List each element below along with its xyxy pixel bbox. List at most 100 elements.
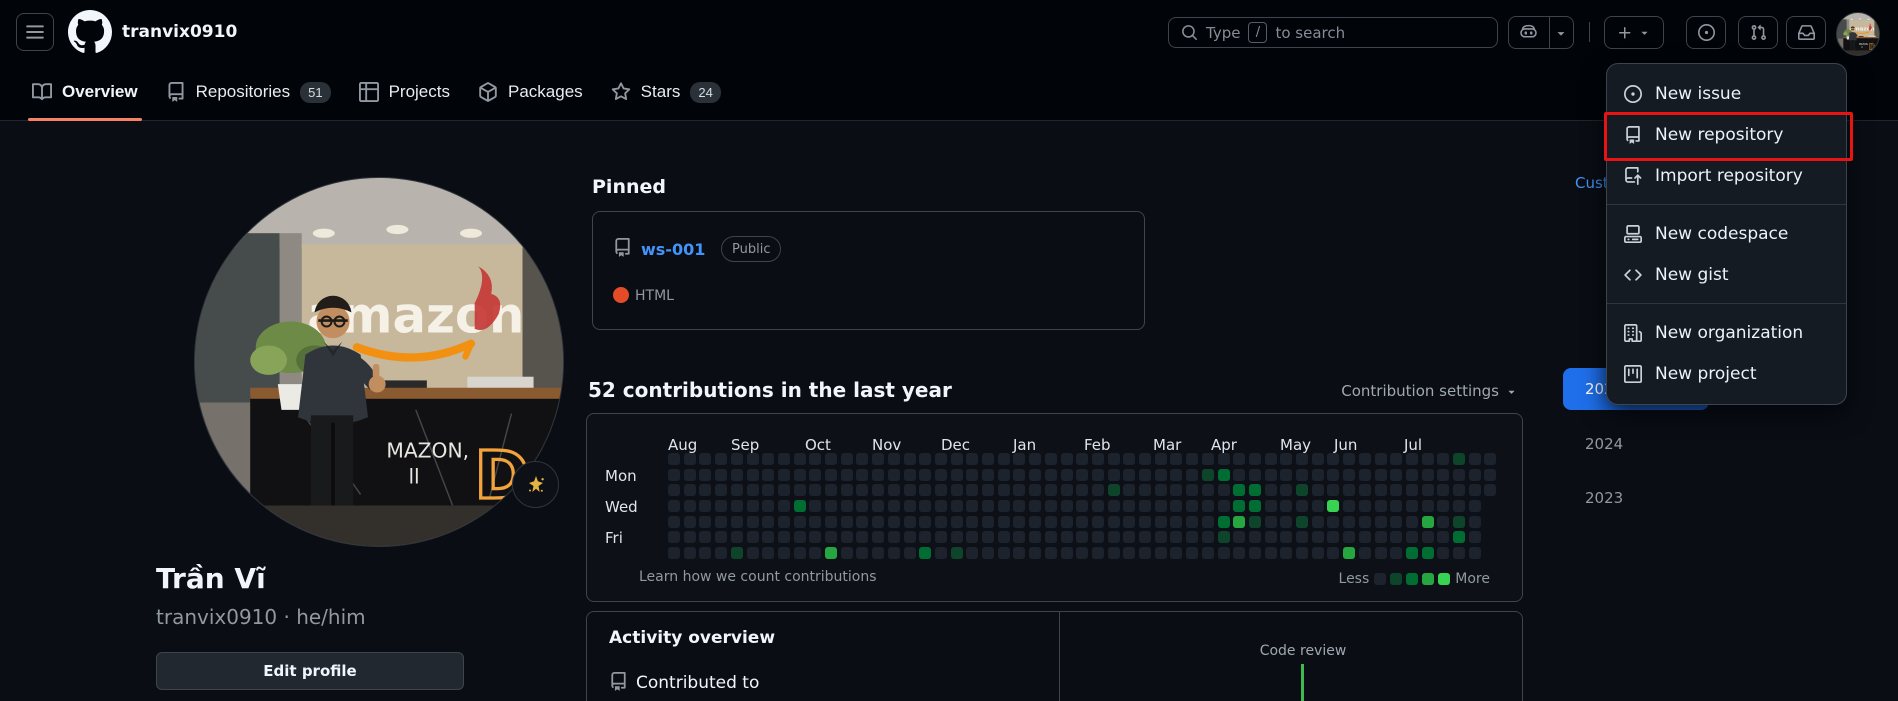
hamburger-menu-button[interactable]: [16, 13, 54, 51]
contribution-cell[interactable]: [1060, 499, 1073, 512]
contribution-cell[interactable]: [699, 484, 712, 497]
contribution-cell[interactable]: [903, 546, 916, 559]
copilot-chevron-icon[interactable]: [1548, 17, 1573, 48]
contribution-cell[interactable]: [1076, 484, 1089, 497]
contribution-cell[interactable]: [1484, 484, 1497, 497]
contribution-cell[interactable]: [856, 499, 869, 512]
contribution-cell[interactable]: [1280, 468, 1293, 481]
contribution-cell[interactable]: [1233, 515, 1246, 528]
contribution-cell[interactable]: [1264, 484, 1277, 497]
contribution-cell[interactable]: [982, 546, 994, 559]
contribution-cell[interactable]: [1390, 531, 1403, 544]
contribution-cell[interactable]: [1044, 453, 1057, 465]
contribution-cell[interactable]: [715, 546, 728, 559]
contribution-cell[interactable]: [1296, 484, 1308, 497]
contribution-cell[interactable]: [1029, 531, 1042, 544]
copilot-button[interactable]: [1508, 16, 1574, 49]
contribution-cell[interactable]: [1170, 499, 1183, 512]
contribution-cell[interactable]: [1343, 515, 1356, 528]
contribution-cell[interactable]: [809, 499, 822, 512]
contribution-cell[interactable]: [1076, 468, 1089, 481]
contribution-cell[interactable]: [1091, 453, 1104, 465]
contribution-cell[interactable]: [777, 453, 790, 465]
contribution-cell[interactable]: [1076, 499, 1089, 512]
contribution-cell[interactable]: [1154, 468, 1167, 481]
contribution-cell[interactable]: [762, 531, 775, 544]
menu-item-new-organization[interactable]: New organization: [1607, 312, 1846, 353]
contribution-cell[interactable]: [1233, 453, 1246, 465]
contribution-cell[interactable]: [982, 531, 994, 544]
contribution-cell[interactable]: [793, 499, 806, 512]
contribution-cell[interactable]: [1123, 531, 1136, 544]
contribution-cell[interactable]: [903, 531, 916, 544]
contribution-cell[interactable]: [746, 468, 759, 481]
contribution-cell[interactable]: [1296, 515, 1308, 528]
contribution-cell[interactable]: [699, 515, 712, 528]
contribution-cell[interactable]: [809, 468, 822, 481]
contribution-cell[interactable]: [1296, 499, 1308, 512]
contribution-cell[interactable]: [1107, 531, 1120, 544]
contribution-cell[interactable]: [982, 499, 994, 512]
contribution-cell[interactable]: [809, 546, 822, 559]
contribution-cell[interactable]: [668, 453, 680, 465]
contribution-cell[interactable]: [1170, 468, 1183, 481]
contribution-cell[interactable]: [1186, 484, 1199, 497]
contribution-cell[interactable]: [1060, 515, 1073, 528]
contribution-cell[interactable]: [1186, 453, 1199, 465]
contribution-cell[interactable]: [1076, 515, 1089, 528]
contribution-cell[interactable]: [1201, 453, 1214, 465]
contribution-cell[interactable]: [777, 499, 790, 512]
contribution-cell[interactable]: [1280, 531, 1293, 544]
contribution-cell[interactable]: [1170, 515, 1183, 528]
contribution-cell[interactable]: [1060, 453, 1073, 465]
contribution-cell[interactable]: [668, 531, 680, 544]
contribution-cell[interactable]: [1358, 499, 1371, 512]
contribution-cell[interactable]: [1468, 515, 1481, 528]
contribution-cell[interactable]: [715, 484, 728, 497]
contribution-cell[interactable]: [1186, 468, 1199, 481]
contribution-cell[interactable]: [683, 468, 696, 481]
contribution-cell[interactable]: [982, 484, 994, 497]
contribution-cell[interactable]: [1217, 515, 1230, 528]
contribution-cell[interactable]: [1013, 531, 1026, 544]
contribution-cell[interactable]: [1311, 453, 1324, 465]
contribution-cell[interactable]: [1374, 453, 1387, 465]
contribution-cell[interactable]: [1217, 499, 1230, 512]
contribution-cell[interactable]: [966, 531, 979, 544]
contribution-cell[interactable]: [777, 515, 790, 528]
contribution-cell[interactable]: [809, 484, 822, 497]
contribution-cell[interactable]: [1296, 546, 1308, 559]
contribution-cell[interactable]: [982, 453, 994, 465]
contribution-cell[interactable]: [825, 515, 837, 528]
contribution-cell[interactable]: [1233, 499, 1246, 512]
contribution-cell[interactable]: [966, 546, 979, 559]
contribution-cell[interactable]: [1233, 531, 1246, 544]
contribution-cell[interactable]: [934, 515, 947, 528]
contribution-cell[interactable]: [1264, 515, 1277, 528]
contribution-cell[interactable]: [887, 468, 900, 481]
contribution-cell[interactable]: [1484, 453, 1497, 465]
contribution-cell[interactable]: [668, 499, 680, 512]
contribution-cell[interactable]: [1091, 531, 1104, 544]
contribution-cell[interactable]: [1248, 546, 1261, 559]
contribution-cell[interactable]: [1405, 499, 1418, 512]
contribution-cell[interactable]: [1280, 546, 1293, 559]
contribution-cell[interactable]: [1390, 515, 1403, 528]
contribution-cell[interactable]: [1358, 546, 1371, 559]
contribution-cell[interactable]: [1013, 546, 1026, 559]
contribution-cell[interactable]: [809, 531, 822, 544]
contribution-cell[interactable]: [887, 515, 900, 528]
notifications-inbox-button[interactable]: [1786, 16, 1826, 49]
menu-item-new-issue[interactable]: New issue: [1607, 73, 1846, 114]
contribution-cell[interactable]: [1264, 546, 1277, 559]
contribution-cell[interactable]: [1280, 453, 1293, 465]
contribution-cell[interactable]: [1437, 515, 1450, 528]
contribution-cell[interactable]: [840, 546, 853, 559]
contribution-cell[interactable]: [934, 546, 947, 559]
contribution-cell[interactable]: [1390, 546, 1403, 559]
contribution-cell[interactable]: [1170, 531, 1183, 544]
contribution-cell[interactable]: [856, 484, 869, 497]
contribution-cell[interactable]: [1248, 499, 1261, 512]
contribution-cell[interactable]: [872, 515, 885, 528]
contribution-cell[interactable]: [1186, 531, 1199, 544]
